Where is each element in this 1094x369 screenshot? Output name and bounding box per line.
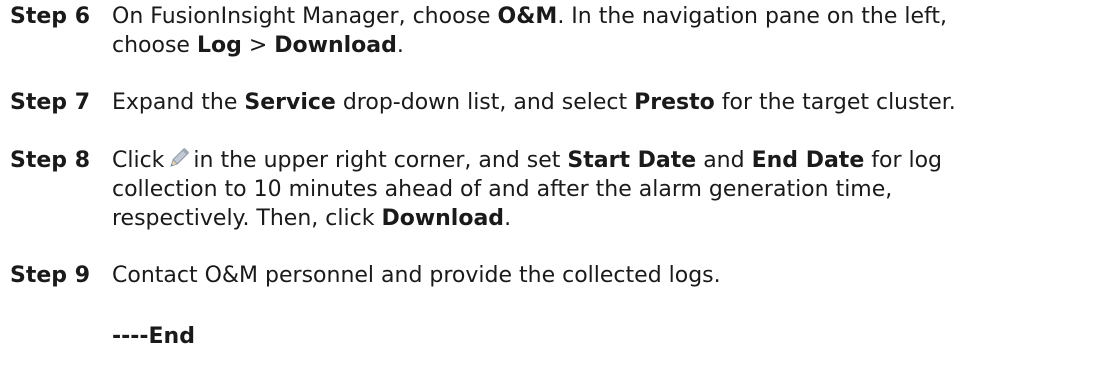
- end-marker: ----End: [112, 324, 195, 349]
- step-6-label: Step 6: [10, 4, 90, 29]
- step-8-body: Click in the upper right corner, and set…: [112, 146, 1088, 233]
- step-9-label: Step 9: [10, 263, 90, 288]
- step-6-log-keyword: Log: [196, 33, 242, 58]
- step-8-end-date-keyword: End Date: [751, 148, 865, 173]
- step-6-body: On FusionInsight Manager, choose O&M. In…: [112, 2, 1088, 60]
- step-8-line-1: Click in the upper right corner, and set…: [112, 146, 1088, 175]
- step-7-body: Expand the Service drop-down list, and s…: [112, 88, 1088, 117]
- step-8-start-date-keyword: Start Date: [567, 148, 697, 173]
- step-8-text-a: in the upper right corner, and set: [193, 148, 568, 173]
- step-8-line-3: respectively. Then, click Download.: [112, 204, 1088, 233]
- step-7-text-a: Expand the: [112, 90, 245, 115]
- step-8-and-text: and: [696, 148, 752, 173]
- step-6-separator: >: [241, 33, 275, 58]
- step-8-text-c: respectively. Then, click: [112, 206, 382, 231]
- step-8-line-2: collection to 10 minutes ahead of and af…: [112, 177, 893, 202]
- step-7-line-1: Expand the Service drop-down list, and s…: [112, 88, 1088, 117]
- step-7-text-c: for the target cluster.: [714, 90, 956, 115]
- step-6-om-keyword: O&M: [497, 4, 558, 29]
- step-9-body: Contact O&M personnel and provide the co…: [112, 261, 1088, 290]
- step-7-text-b: drop-down list, and select: [335, 90, 635, 115]
- step-6-line-1: On FusionInsight Manager, choose O&M. In…: [112, 2, 1088, 31]
- document-page: Step 6 On FusionInsight Manager, choose …: [0, 0, 1094, 369]
- step-6-period: .: [396, 33, 404, 58]
- pencil-edit-icon: [167, 148, 190, 170]
- step-8-text-b: for log: [864, 148, 943, 173]
- step-7-label: Step 7: [10, 90, 90, 115]
- step-7-presto-keyword: Presto: [634, 90, 715, 115]
- step-7-service-keyword: Service: [244, 90, 336, 115]
- step-8-download-keyword: Download: [381, 206, 505, 231]
- step-8-click-text: Click: [112, 148, 165, 173]
- step-6-download-keyword: Download: [274, 33, 397, 58]
- step-6-line-2: choose Log > Download.: [112, 31, 1088, 60]
- step-8-period: .: [504, 206, 512, 231]
- step-6-text-a: On FusionInsight Manager, choose: [112, 4, 498, 29]
- step-6-text-c: choose: [112, 33, 197, 58]
- step-8-label: Step 8: [10, 148, 90, 173]
- step-9-line-1: Contact O&M personnel and provide the co…: [112, 263, 721, 288]
- step-6-text-b: . In the navigation pane on the left,: [557, 4, 947, 29]
